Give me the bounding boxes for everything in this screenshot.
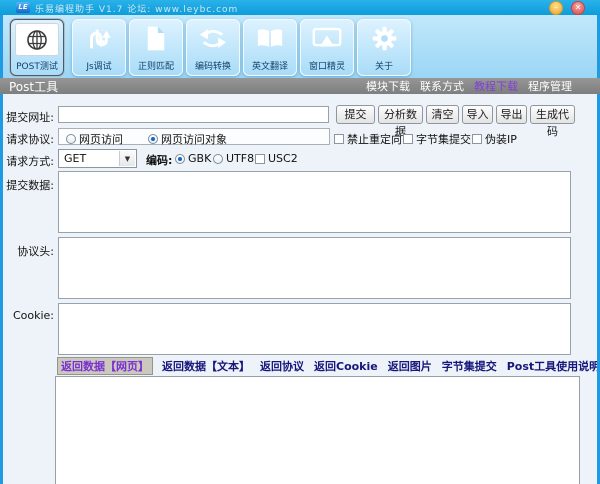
- checkbox-label: 字节集提交: [416, 131, 471, 147]
- radio-web-access[interactable]: 网页访问: [66, 131, 123, 147]
- checkbox-usc2[interactable]: USC2: [255, 152, 298, 165]
- clear-button[interactable]: 清空: [426, 105, 459, 124]
- radio-icon[interactable]: [213, 154, 223, 164]
- checkbox-fake-ip[interactable]: 伪装IP: [472, 131, 517, 147]
- radio-gbk[interactable]: GBK: [175, 152, 211, 165]
- toolbar-button-label: 窗口精灵: [301, 59, 353, 72]
- radio-utf8[interactable]: UTF8: [213, 152, 254, 165]
- menubar: Post工具 模块下载 联系方式 教程下载 程序管理: [0, 78, 600, 94]
- headers-label: 协议头:: [0, 243, 54, 259]
- toolbar-button-label: POST测试: [11, 59, 63, 72]
- post-data-textarea[interactable]: [58, 171, 571, 233]
- app-logo: LE: [16, 2, 30, 13]
- toolbar-button-about[interactable]: 关于: [357, 19, 411, 76]
- tab-usage-help[interactable]: Post工具使用说明: [506, 357, 600, 375]
- menu-item-module-download[interactable]: 模块下载: [366, 78, 410, 94]
- tab-return-data-web[interactable]: 返回数据【网页】: [57, 357, 153, 375]
- window-arrow-icon: [305, 23, 349, 54]
- post-data-label: 提交数据:: [0, 177, 54, 193]
- menu-item-tutorial-download[interactable]: 教程下载: [474, 78, 518, 94]
- method-value: GET: [64, 152, 86, 165]
- tab-return-protocol[interactable]: 返回协议: [259, 357, 305, 375]
- toolbar-button-label: 正则匹配: [130, 59, 182, 72]
- document-icon: [134, 23, 178, 54]
- url-label: 提交网址:: [0, 109, 54, 125]
- encoding-label: 编码:: [146, 152, 172, 168]
- toolbar-button-label: 关于: [358, 59, 410, 72]
- tab-return-image[interactable]: 返回图片: [387, 357, 433, 375]
- method-label: 请求方式:: [0, 153, 54, 169]
- close-button[interactable]: ✕: [571, 1, 585, 15]
- import-button[interactable]: 导入: [462, 105, 493, 124]
- radio-icon[interactable]: [66, 134, 76, 144]
- toolbar-button-regex[interactable]: 正则匹配: [129, 19, 183, 76]
- checkbox-icon[interactable]: [403, 134, 413, 144]
- chevron-down-icon[interactable]: ▼: [119, 151, 135, 166]
- checkbox-icon[interactable]: [255, 154, 265, 164]
- radio-label: GBK: [188, 152, 211, 165]
- swap-arrows-icon: [191, 23, 235, 54]
- minimize-button[interactable]: –: [549, 1, 563, 15]
- generate-code-button[interactable]: 生成代码: [530, 105, 575, 124]
- url-input[interactable]: [58, 106, 329, 123]
- page-title: Post工具: [9, 78, 58, 95]
- cookie-textarea[interactable]: [58, 303, 571, 355]
- toolbar-button-label: Js调试: [73, 59, 125, 72]
- protocol-label: 请求协议:: [0, 131, 54, 147]
- toolbar-button-post-test[interactable]: POST测试: [10, 19, 64, 76]
- method-dropdown[interactable]: GET ▼: [58, 149, 137, 168]
- result-tabstrip: 返回数据【网页】 返回数据【文本】 返回协议 返回Cookie 返回图片 字节集…: [57, 358, 600, 374]
- checkbox-label: USC2: [268, 152, 298, 165]
- book-icon: [248, 23, 292, 54]
- toolbar-button-js-debug[interactable]: Js调试: [72, 19, 126, 76]
- analyze-data-button[interactable]: 分析数据: [378, 105, 423, 124]
- checkbox-byteset-submit[interactable]: 字节集提交: [403, 131, 471, 147]
- headers-textarea[interactable]: [58, 237, 571, 299]
- radio-label: 网页访问对象: [161, 131, 227, 147]
- tab-return-cookie[interactable]: 返回Cookie: [313, 357, 379, 375]
- export-button[interactable]: 导出: [496, 105, 527, 124]
- titlebar: LE 乐易编程助手 V1.7 论坛: www.leybc.com – ✕: [0, 0, 600, 15]
- window-title: 乐易编程助手 V1.7 论坛: www.leybc.com: [35, 2, 238, 15]
- arrows-up-down-icon: [77, 23, 121, 54]
- menu-item-contact[interactable]: 联系方式: [420, 78, 464, 94]
- menu-item-program-manage[interactable]: 程序管理: [528, 78, 572, 94]
- toolbar-button-label: 编码转换: [187, 59, 239, 72]
- output-panel[interactable]: [55, 376, 580, 484]
- checkbox-label: 伪装IP: [485, 131, 517, 147]
- checkbox-label: 禁止重定向: [347, 131, 402, 147]
- toolbar-button-label: 英文翻译: [244, 59, 296, 72]
- radio-icon[interactable]: [175, 154, 185, 164]
- radio-icon[interactable]: [148, 134, 158, 144]
- menu-links: 模块下载 联系方式 教程下载 程序管理: [366, 78, 572, 94]
- toolbar-button-translate[interactable]: 英文翻译: [243, 19, 297, 76]
- app-window: LE 乐易编程助手 V1.7 论坛: www.leybc.com – ✕ POS…: [0, 0, 600, 484]
- toolbar-button-window-sprite[interactable]: 窗口精灵: [300, 19, 354, 76]
- gear-icon: [362, 23, 406, 54]
- toolbar: POST测试 Js调试 正则匹配: [0, 15, 600, 78]
- window-border-left: [0, 0, 3, 484]
- checkbox-icon[interactable]: [472, 134, 482, 144]
- globe-icon: [15, 23, 59, 56]
- checkbox-no-redirect[interactable]: 禁止重定向: [334, 131, 402, 147]
- checkbox-icon[interactable]: [334, 134, 344, 144]
- toolbar-button-encode-convert[interactable]: 编码转换: [186, 19, 240, 76]
- cookie-label: Cookie:: [0, 309, 54, 322]
- submit-button[interactable]: 提交: [336, 105, 375, 124]
- radio-label: 网页访问: [79, 131, 123, 147]
- radio-web-access-object[interactable]: 网页访问对象: [148, 131, 227, 147]
- tab-return-data-text[interactable]: 返回数据【文本】: [161, 357, 251, 375]
- radio-label: UTF8: [226, 152, 254, 165]
- tab-byteset-submit[interactable]: 字节集提交: [441, 357, 498, 375]
